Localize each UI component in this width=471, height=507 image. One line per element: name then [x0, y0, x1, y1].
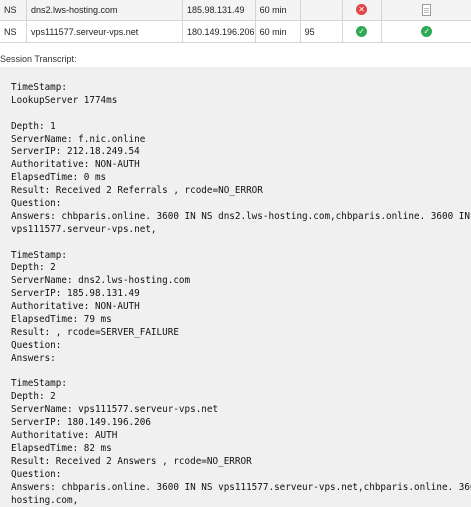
- transcript-line: ServerName: vps111577.serveur-vps.net: [11, 404, 471, 417]
- transcript-line: Authoritative: AUTH: [11, 430, 471, 443]
- transcript-line: Answers: chbparis.online. 3600 IN NS dns…: [11, 211, 471, 224]
- hostname-cell: vps111577.serveur-vps.net: [27, 21, 183, 43]
- transcript-line: TimeStamp:: [11, 82, 471, 95]
- ip-cell: 180.149.196.206: [183, 21, 256, 43]
- status-cell: ✓: [381, 21, 471, 43]
- transcript-line: Answers: chbparis.online. 3600 IN NS vps…: [11, 482, 471, 495]
- table-row: NS vps111577.serveur-vps.net 180.149.196…: [0, 21, 471, 43]
- transcript-line: [11, 108, 471, 121]
- transcript-line: Depth: 2: [11, 262, 471, 275]
- status-cell: [381, 0, 471, 21]
- check-icon: ✓: [356, 26, 367, 37]
- transcript-line: ServerIP: 180.149.196.206: [11, 417, 471, 430]
- transcript-line: Authoritative: NON-AUTH: [11, 159, 471, 172]
- ns-records-table: NS dns2.lws-hosting.com 185.98.131.49 60…: [0, 0, 471, 43]
- document-icon[interactable]: [422, 4, 431, 16]
- transcript-line: Question:: [11, 340, 471, 353]
- transcript-line: ElapsedTime: 82 ms: [11, 443, 471, 456]
- ttl-cell: 60 min: [255, 0, 300, 21]
- response-time-cell: 95: [300, 21, 342, 43]
- transcript-line: TimeStamp:: [11, 378, 471, 391]
- transcript-line: Question:: [11, 198, 471, 211]
- error-icon: ✕: [356, 4, 367, 15]
- transcript-line: [11, 366, 471, 379]
- transcript-line: Result: Received 2 Answers , rcode=NO_ER…: [11, 456, 471, 469]
- transcript-line: ElapsedTime: 79 ms: [11, 314, 471, 327]
- table-row: NS dns2.lws-hosting.com 185.98.131.49 60…: [0, 0, 471, 21]
- transcript-line: ServerName: f.nic.online: [11, 134, 471, 147]
- record-type-cell: NS: [0, 21, 27, 43]
- status-cell: ✓: [342, 21, 381, 43]
- check-icon: ✓: [421, 26, 432, 37]
- status-cell: ✕: [342, 0, 381, 21]
- transcript-line: [11, 237, 471, 250]
- hostname-cell: dns2.lws-hosting.com: [27, 0, 183, 21]
- transcript-line: ServerIP: 212.18.249.54: [11, 146, 471, 159]
- transcript-line: vps111577.serveur-vps.net,: [11, 224, 471, 237]
- record-type-cell: NS: [0, 0, 27, 21]
- transcript-line: Result: , rcode=SERVER_FAILURE: [11, 327, 471, 340]
- transcript-line: Question:: [11, 469, 471, 482]
- transcript-line: Depth: 2: [11, 391, 471, 404]
- transcript-line: LookupServer 1774ms: [11, 95, 471, 108]
- ttl-cell: 60 min: [255, 21, 300, 43]
- transcript-line: ServerName: dns2.lws-hosting.com: [11, 275, 471, 288]
- transcript-line: Authoritative: NON-AUTH: [11, 301, 471, 314]
- ip-cell: 185.98.131.49: [183, 0, 256, 21]
- transcript-line: Answers:: [11, 353, 471, 366]
- session-transcript-label: Session Transcript:: [0, 54, 77, 64]
- transcript-line: ElapsedTime: 0 ms: [11, 172, 471, 185]
- transcript-line: Result: Received 2 Referrals , rcode=NO_…: [11, 185, 471, 198]
- session-transcript: TimeStamp:LookupServer 1774msDepth: 1Ser…: [0, 67, 471, 507]
- transcript-line: hosting.com,: [11, 495, 471, 507]
- response-time-cell: [300, 0, 342, 21]
- transcript-line: TimeStamp:: [11, 250, 471, 263]
- transcript-line: Depth: 1: [11, 121, 471, 134]
- transcript-line: ServerIP: 185.98.131.49: [11, 288, 471, 301]
